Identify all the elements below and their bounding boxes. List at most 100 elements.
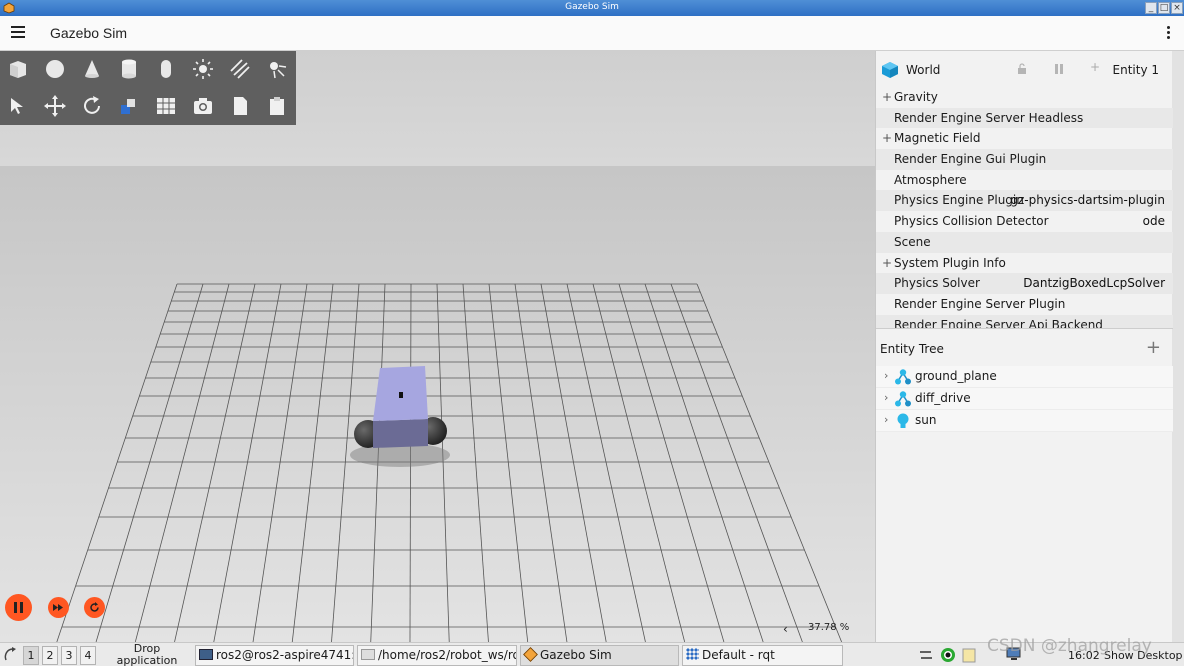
real-time-factor: 37.78 % [808,622,850,633]
chevron-right-icon[interactable]: › [884,413,888,426]
entity-name: World [906,63,941,77]
record-indicator-icon[interactable] [940,647,956,663]
task-rqt[interactable]: Default - rqt [682,645,843,666]
task-label: Default - rqt [702,648,775,662]
add-entity-button[interactable]: + [1146,337,1161,358]
sphere-icon[interactable] [43,57,67,81]
terminal-icon [199,649,213,660]
close-button[interactable]: × [1171,2,1183,14]
capsule-icon[interactable] [154,57,178,81]
window-title: Gazebo Sim [565,2,619,12]
chevron-right-icon[interactable]: › [884,391,888,404]
ground-plane [0,166,875,642]
component-row[interactable]: + System Plugin Info [876,253,1173,274]
workspace-4[interactable]: 4 [80,646,96,665]
launcher-drop-area[interactable]: Drop application icons here [102,643,192,666]
component-row: Render Engine Server Plugin [876,294,1173,315]
task-label: /home/ros2/robot_ws/ro... [378,648,517,662]
entity-tree-item[interactable]: › ground_plane [876,366,1173,388]
lock-icon[interactable] [1016,63,1028,75]
task-file-manager[interactable]: /home/ros2/robot_ws/ro... [357,645,517,666]
menu-icon[interactable] [11,26,25,39]
network-arrows-icon[interactable] [919,648,933,662]
step-forward-button[interactable] [48,597,69,618]
component-label: Physics Collision Detector [894,214,1049,229]
folder-icon [361,649,375,660]
workspace-3[interactable]: 3 [61,646,77,665]
component-row: Physics Engine Plugin gz-physics-dartsim-… [876,190,1173,212]
add-component-icon[interactable]: + [1090,60,1100,74]
select-arrow-icon[interactable] [6,94,30,118]
grid-snap-icon[interactable] [154,94,178,118]
window-title-bar[interactable]: Gazebo Sim _ □ × [0,0,1184,16]
expand-toggle[interactable]: + [882,128,892,148]
copy-icon[interactable] [228,94,252,118]
component-label: Physics Engine Plugin [894,193,1024,208]
entity-tree-title: Entity Tree [880,342,944,356]
gazebo-task-icon [523,647,538,662]
component-label: System Plugin Info [894,255,1006,270]
scale-icon[interactable] [117,94,141,118]
fast-forward-icon [53,604,63,611]
entity-tree-item[interactable]: › diff_drive [876,388,1173,410]
caster-marker [399,392,403,398]
model-icon [895,369,911,385]
component-inspector-header: World + Entity 1 [876,51,1173,87]
pause-button[interactable] [5,594,32,621]
more-options-icon[interactable] [1167,26,1171,40]
world-cube-icon [882,62,898,78]
component-label: Gravity [894,90,938,104]
component-row: Render Engine Server Headless [876,107,1173,129]
component-row: Scene [876,231,1173,253]
translate-icon[interactable] [43,94,67,118]
component-row[interactable]: + Magnetic Field [876,128,1173,149]
paste-icon[interactable] [265,94,289,118]
component-value: DantzigBoxedLcpSolver [1023,276,1165,291]
minimize-button[interactable]: _ [1145,2,1157,14]
task-terminal[interactable]: ros2@ros2-aspire4741: ~... [195,645,354,666]
task-label: Gazebo Sim [540,648,612,662]
entity-tree-header: Entity Tree + [876,328,1173,366]
entity-id-label: Entity 1 [1112,63,1159,77]
reset-button[interactable] [84,597,105,618]
spot-light-icon[interactable] [265,57,289,81]
component-row: Atmosphere [876,170,1173,191]
component-row: Physics Solver DantzigBoxedLcpSolver [876,273,1173,294]
camera-icon[interactable] [191,94,215,118]
component-list: + Gravity Render Engine Server Headless + Ma… [876,87,1173,328]
rqt-grid-icon [686,648,699,660]
cylinder-icon[interactable] [117,57,141,81]
component-label: Render Engine Server Headless [894,110,1084,125]
directional-light-icon[interactable] [228,57,252,81]
pause-updates-icon[interactable] [1053,63,1065,75]
model-icon [895,391,911,407]
task-gazebo-sim[interactable]: Gazebo Sim [520,645,679,666]
maximize-button[interactable]: □ [1158,2,1170,14]
workspace-2[interactable]: 2 [42,646,58,665]
rotate-icon[interactable] [80,94,104,118]
right-side-panel: World + Entity 1 + Gravity Render Engine S… [875,51,1184,642]
component-row: Physics Collision Detector ode [876,211,1173,232]
rtf-collapse-arrow[interactable]: ‹ [783,622,788,636]
chevron-right-icon[interactable]: › [884,369,888,382]
clipboard-icon[interactable] [962,647,977,663]
component-label: Render Engine Server Plugin [894,296,1066,311]
component-label: Render Engine Server Api Backend [894,317,1103,328]
panel-scrollbar[interactable] [1172,51,1184,642]
task-label: ros2@ros2-aspire4741: ~... [216,648,354,662]
component-row[interactable]: + Gravity [876,87,1173,108]
entity-tree-item[interactable]: › sun [876,410,1173,432]
start-menu-icon[interactable] [3,646,19,663]
expand-toggle[interactable]: + [882,87,892,107]
component-value: gz-physics-dartsim-plugin [1010,193,1165,208]
sun-icon[interactable] [191,57,215,81]
light-bulb-icon [897,413,909,428]
workspace-1[interactable]: 1 [23,646,39,665]
component-label: Scene [894,234,931,249]
cone-icon[interactable] [80,57,104,81]
scene-3d-viewport[interactable] [0,51,875,642]
expand-toggle[interactable]: + [882,253,892,273]
box-icon[interactable] [6,57,30,81]
entity-tree-label: diff_drive [915,391,971,405]
component-label: Physics Solver [894,276,980,291]
